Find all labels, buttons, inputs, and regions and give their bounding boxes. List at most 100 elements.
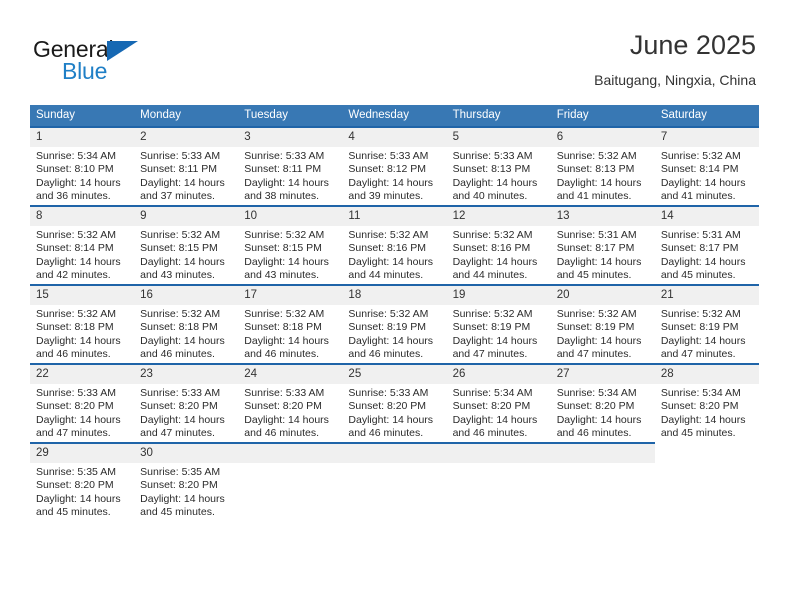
calendar-day-cell: 16 Sunrise: 5:32 AM Sunset: 8:18 PM Dayligh…: [134, 284, 239, 363]
day-number: 10: [238, 207, 343, 226]
weekday-header-friday: Friday: [550, 105, 655, 126]
sunrise-text: Sunrise: 5:33 AM: [140, 387, 221, 399]
daylight-text: Daylight: 14 hours and 45 minutes.: [36, 492, 121, 519]
calendar-day-cell: 7 Sunrise: 5:32 AM Sunset: 8:14 PM Daylight…: [654, 126, 759, 205]
calendar-cell[interactable]: 20 Sunrise: 5:32 AM Sunset: 8:19 PM Dayligh…: [550, 284, 655, 363]
calendar-cell[interactable]: 1 Sunrise: 5:34 AM Sunset: 8:10 PM Daylight…: [30, 126, 135, 205]
day-details: Sunrise: 5:32 AM Sunset: 8:16 PM Daylight:…: [447, 226, 551, 283]
daylight-text: Daylight: 14 hours and 42 minutes.: [36, 255, 121, 282]
calendar-cell[interactable]: 7 Sunrise: 5:32 AM Sunset: 8:14 PM Daylight…: [654, 126, 759, 205]
calendar-cell[interactable]: 29 Sunrise: 5:35 AM Sunset: 8:20 PM Dayligh…: [30, 442, 135, 521]
sunset-text: Sunset: 8:13 PM: [452, 163, 531, 176]
calendar-cell[interactable]: 24 Sunrise: 5:33 AM Sunset: 8:20 PM Dayligh…: [238, 363, 343, 442]
calendar-cell[interactable]: 19 Sunrise: 5:32 AM Sunset: 8:19 PM Dayligh…: [446, 284, 551, 363]
calendar-cell[interactable]: 12 Sunrise: 5:32 AM Sunset: 8:16 PM Dayligh…: [446, 205, 551, 284]
sunset-text: Sunset: 8:15 PM: [244, 242, 322, 255]
calendar-day-cell: 11 Sunrise: 5:32 AM Sunset: 8:16 PM Dayligh…: [342, 205, 447, 284]
calendar-cell[interactable]: 14 Sunrise: 5:31 AM Sunset: 8:17 PM Dayligh…: [654, 205, 759, 284]
calendar-cell[interactable]: 17 Sunrise: 5:32 AM Sunset: 8:18 PM Dayligh…: [238, 284, 343, 363]
sunset-text: Sunset: 8:12 PM: [348, 163, 427, 176]
calendar-cell[interactable]: [342, 442, 447, 521]
calendar-cell[interactable]: 21 Sunrise: 5:32 AM Sunset: 8:19 PM Dayligh…: [654, 284, 759, 363]
day-number: 19: [446, 286, 551, 305]
calendar-day-cell: 9 Sunrise: 5:32 AM Sunset: 8:15 PM Daylight…: [134, 205, 239, 284]
calendar-cell[interactable]: 4 Sunrise: 5:33 AM Sunset: 8:12 PM Daylight…: [342, 126, 447, 205]
daylight-text: Daylight: 14 hours and 45 minutes.: [660, 255, 746, 282]
daylight-text: Daylight: 14 hours and 46 minutes.: [244, 334, 329, 361]
calendar-cell[interactable]: 9 Sunrise: 5:32 AM Sunset: 8:15 PM Daylight…: [134, 205, 239, 284]
day-number: [446, 444, 551, 463]
logo-triangle-icon: [107, 41, 138, 61]
calendar-day-cell: 6 Sunrise: 5:32 AM Sunset: 8:13 PM Daylight…: [550, 126, 655, 205]
calendar-cell[interactable]: [238, 442, 343, 521]
daylight-text: Daylight: 14 hours and 38 minutes.: [244, 176, 329, 203]
calendar-cell[interactable]: 13 Sunrise: 5:31 AM Sunset: 8:17 PM Dayligh…: [550, 205, 655, 284]
day-number: [550, 444, 655, 463]
day-details: Sunrise: 5:32 AM Sunset: 8:15 PM Daylight:…: [134, 226, 238, 283]
daylight-text: Daylight: 14 hours and 47 minutes.: [140, 413, 225, 440]
calendar-cell[interactable]: 10 Sunrise: 5:32 AM Sunset: 8:15 PM Dayligh…: [238, 205, 343, 284]
calendar-cell[interactable]: 25 Sunrise: 5:33 AM Sunset: 8:20 PM Dayligh…: [342, 363, 447, 442]
calendar-cell[interactable]: 8 Sunrise: 5:32 AM Sunset: 8:14 PM Daylight…: [30, 205, 135, 284]
daylight-text: Daylight: 14 hours and 43 minutes.: [140, 255, 225, 282]
day-number: 2: [134, 128, 239, 147]
sunrise-text: Sunrise: 5:32 AM: [36, 308, 116, 320]
day-details: Sunrise: 5:33 AM Sunset: 8:11 PM Daylight:…: [134, 147, 238, 204]
calendar-day-cell: 14 Sunrise: 5:31 AM Sunset: 8:17 PM Dayligh…: [654, 205, 759, 284]
calendar-cell[interactable]: 28 Sunrise: 5:34 AM Sunset: 8:20 PM Dayligh…: [654, 363, 759, 442]
calendar-cell[interactable]: 6 Sunrise: 5:32 AM Sunset: 8:13 PM Daylight…: [550, 126, 655, 205]
calendar-day-cell: 22 Sunrise: 5:33 AM Sunset: 8:20 PM Dayligh…: [30, 363, 135, 442]
calendar-week-row: 22 Sunrise: 5:33 AM Sunset: 8:20 PM Dayligh…: [30, 363, 759, 442]
day-details: Sunrise: 5:31 AM Sunset: 8:17 PM Daylight:…: [655, 226, 759, 283]
calendar-cell[interactable]: 2 Sunrise: 5:33 AM Sunset: 8:11 PM Daylight…: [134, 126, 239, 205]
sunset-text: Sunset: 8:11 PM: [140, 163, 217, 176]
sunset-text: Sunset: 8:14 PM: [36, 242, 114, 255]
daylight-text: Daylight: 14 hours and 45 minutes.: [556, 255, 642, 282]
calendar-cell[interactable]: 30 Sunrise: 5:35 AM Sunset: 8:20 PM Dayligh…: [134, 442, 239, 521]
calendar-cell[interactable]: [446, 442, 551, 521]
calendar-cell[interactable]: 16 Sunrise: 5:32 AM Sunset: 8:18 PM Dayligh…: [134, 284, 239, 363]
sunrise-text: Sunrise: 5:34 AM: [36, 150, 116, 162]
sunset-text: Sunset: 8:20 PM: [556, 400, 635, 413]
day-details: Sunrise: 5:33 AM Sunset: 8:20 PM Daylight:…: [134, 384, 238, 441]
sunrise-text: Sunrise: 5:32 AM: [348, 308, 429, 320]
general-blue-logo[interactable]: General Blue: [33, 36, 293, 92]
sunrise-text: Sunrise: 5:33 AM: [244, 150, 325, 162]
day-details: Sunrise: 5:32 AM Sunset: 8:16 PM Daylight:…: [342, 226, 446, 283]
day-number: 17: [238, 286, 343, 305]
day-number: 4: [342, 128, 447, 147]
daylight-text: Daylight: 14 hours and 37 minutes.: [140, 176, 225, 203]
calendar-cell[interactable]: 15 Sunrise: 5:32 AM Sunset: 8:18 PM Dayligh…: [30, 284, 135, 363]
sunrise-text: Sunrise: 5:35 AM: [36, 466, 116, 478]
calendar-cell[interactable]: 27 Sunrise: 5:34 AM Sunset: 8:20 PM Dayligh…: [550, 363, 655, 442]
day-details: Sunrise: 5:32 AM Sunset: 8:19 PM Daylight:…: [342, 305, 446, 362]
daylight-text: Daylight: 14 hours and 43 minutes.: [244, 255, 329, 282]
calendar-day-cell: 23 Sunrise: 5:33 AM Sunset: 8:20 PM Dayligh…: [134, 363, 239, 442]
calendar-cell[interactable]: 5 Sunrise: 5:33 AM Sunset: 8:13 PM Daylight…: [446, 126, 551, 205]
day-number: 18: [342, 286, 447, 305]
calendar-day-cell: 28 Sunrise: 5:34 AM Sunset: 8:20 PM Dayligh…: [654, 363, 759, 442]
sunset-text: Sunset: 8:17 PM: [556, 242, 635, 255]
calendar-cell[interactable]: [550, 442, 655, 521]
day-number: 26: [446, 365, 551, 384]
calendar-cell[interactable]: 11 Sunrise: 5:32 AM Sunset: 8:16 PM Dayligh…: [342, 205, 447, 284]
daylight-text: Daylight: 14 hours and 46 minutes.: [140, 334, 225, 361]
calendar-cell[interactable]: 22 Sunrise: 5:33 AM Sunset: 8:20 PM Dayligh…: [30, 363, 135, 442]
calendar-cell[interactable]: 3 Sunrise: 5:33 AM Sunset: 8:11 PM Daylight…: [238, 126, 343, 205]
calendar-cell[interactable]: [654, 442, 759, 521]
sunrise-text: Sunrise: 5:32 AM: [660, 150, 741, 162]
weekday-header-thursday: Thursday: [446, 105, 551, 126]
sunset-text: Sunset: 8:20 PM: [140, 400, 218, 413]
daylight-text: Daylight: 14 hours and 47 minutes.: [660, 334, 746, 361]
calendar-cell[interactable]: 18 Sunrise: 5:32 AM Sunset: 8:19 PM Dayligh…: [342, 284, 447, 363]
calendar-cell[interactable]: 26 Sunrise: 5:34 AM Sunset: 8:20 PM Dayligh…: [446, 363, 551, 442]
daylight-text: Daylight: 14 hours and 41 minutes.: [660, 176, 746, 203]
calendar-cell[interactable]: 23 Sunrise: 5:33 AM Sunset: 8:20 PM Dayligh…: [134, 363, 239, 442]
day-details: Sunrise: 5:33 AM Sunset: 8:13 PM Daylight:…: [447, 147, 551, 204]
daylight-text: Daylight: 14 hours and 46 minutes.: [36, 334, 121, 361]
calendar-day-cell: 17 Sunrise: 5:32 AM Sunset: 8:18 PM Dayligh…: [238, 284, 343, 363]
day-number: 29: [30, 444, 135, 463]
calendar-day-cell: 5 Sunrise: 5:33 AM Sunset: 8:13 PM Daylight…: [446, 126, 551, 205]
day-number: 28: [654, 365, 759, 384]
sunset-text: Sunset: 8:11 PM: [244, 163, 322, 176]
